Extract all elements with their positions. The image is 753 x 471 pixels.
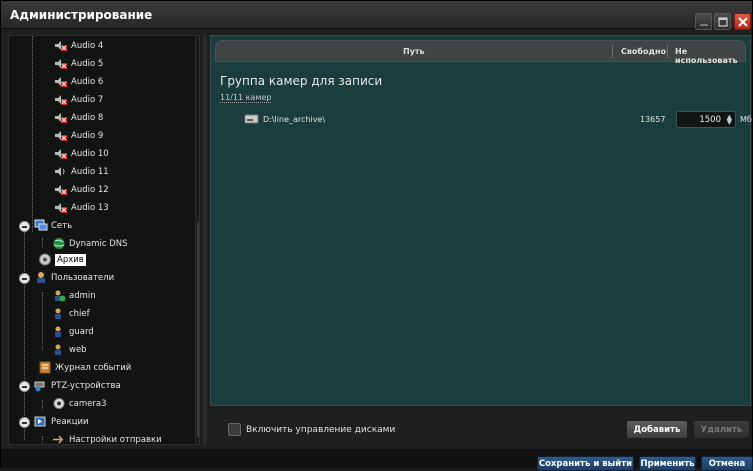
tree-item-event-log[interactable]: Журнал событий xyxy=(38,359,131,376)
column-header-free[interactable]: Свободно xyxy=(621,47,666,56)
collapse-reactions-toggle[interactable] xyxy=(19,417,30,428)
audio-disabled-icon xyxy=(54,75,68,88)
unused-space-unit: Мб xyxy=(740,115,752,124)
audio-disabled-icon xyxy=(54,39,68,52)
archive-settings-panel: Путь Свободно Не использовать Группа кам… xyxy=(210,35,752,406)
camera-group-count-link[interactable]: 11/11 камер xyxy=(220,93,272,103)
column-header-path[interactable]: Путь xyxy=(403,47,425,56)
minimize-button[interactable] xyxy=(695,13,712,30)
delete-button[interactable]: Удалить xyxy=(693,420,750,439)
admin-window: Администрирование Audio 4 Audio 5 Audio … xyxy=(0,0,753,471)
settings-tree[interactable]: Audio 4 Audio 5 Audio 6 Audio 7 Audio 8 … xyxy=(8,35,200,445)
tree-item-send-settings[interactable]: Настройки отправки xyxy=(52,431,162,444)
tree-item-audio-8[interactable]: Audio 8 xyxy=(54,109,103,126)
column-header-unused[interactable]: Не использовать xyxy=(675,47,745,65)
spinner-arrows-icon[interactable]: ▲ ▼ xyxy=(727,114,732,126)
disk-row[interactable]: D:\line_archive\ 13657 1500 ▲ ▼ Мб xyxy=(244,111,752,129)
tree-scrollbar-thumb[interactable] xyxy=(197,222,199,438)
audio-disabled-icon xyxy=(54,57,68,70)
title-bar: Администрирование xyxy=(1,1,752,30)
tree-item-audio-9[interactable]: Audio 9 xyxy=(54,127,103,144)
close-icon xyxy=(738,17,748,27)
audio-disabled-icon xyxy=(54,93,68,106)
unused-space-value: 1500 xyxy=(699,115,721,125)
camera-icon xyxy=(52,397,66,410)
tree-item-users[interactable]: Пользователи xyxy=(34,269,114,286)
tree-item-network[interactable]: Сеть xyxy=(34,217,72,234)
tree-item-audio-11[interactable]: Audio 11 xyxy=(54,163,109,180)
window-title: Администрирование xyxy=(10,8,153,22)
reactions-icon xyxy=(34,415,48,428)
collapse-ptz-toggle[interactable] xyxy=(19,381,30,392)
tree-item-dynamic-dns[interactable]: Dynamic DNS xyxy=(52,235,128,252)
unused-space-spinbox[interactable]: 1500 ▲ ▼ xyxy=(676,111,736,128)
tree-item-camera3[interactable]: camera3 xyxy=(52,395,107,412)
tree-item-user-admin[interactable]: admin xyxy=(52,287,96,304)
collapse-network-toggle[interactable] xyxy=(19,221,30,232)
audio-disabled-icon xyxy=(54,129,68,142)
event-log-icon xyxy=(38,361,52,374)
tree-item-reactions[interactable]: Реакции xyxy=(34,413,89,430)
save-and-exit-button[interactable]: Сохранить и выйти xyxy=(537,456,634,471)
cancel-button[interactable]: Отмена xyxy=(701,456,753,471)
disk-path: D:\line_archive\ xyxy=(263,115,326,124)
camera-group-title: Группа камер для записи xyxy=(220,74,383,88)
tree-scrollbar[interactable] xyxy=(195,36,199,444)
column-divider xyxy=(612,45,613,58)
tree-item-archive[interactable]: Архив xyxy=(38,251,86,268)
user-icon xyxy=(52,343,66,356)
audio-disabled-icon xyxy=(54,147,68,160)
collapse-users-toggle[interactable] xyxy=(19,273,30,284)
apply-button[interactable]: Применить xyxy=(639,456,696,471)
column-divider xyxy=(667,45,668,58)
ptz-icon xyxy=(34,379,48,392)
tree-item-user-chief[interactable]: chief xyxy=(52,305,90,322)
hard-drive-icon xyxy=(244,113,259,128)
send-settings-icon xyxy=(52,433,66,444)
tree-item-audio-6[interactable]: Audio 6 xyxy=(54,73,103,90)
maximize-button[interactable] xyxy=(714,13,731,30)
close-button[interactable] xyxy=(734,13,751,30)
tree-item-audio-4[interactable]: Audio 4 xyxy=(54,37,103,54)
panel-splitter[interactable] xyxy=(203,35,207,445)
user-admin-icon xyxy=(52,289,66,302)
add-button[interactable]: Добавить xyxy=(626,420,688,439)
tree-item-ptz[interactable]: PTZ-устройства xyxy=(34,377,121,394)
maximize-icon xyxy=(718,17,728,27)
tree-item-audio-7[interactable]: Audio 7 xyxy=(54,91,103,108)
disk-table-header: Путь Свободно Не использовать xyxy=(215,40,746,65)
network-icon xyxy=(34,219,48,232)
tree-item-audio-5[interactable]: Audio 5 xyxy=(54,55,103,72)
tree-item-audio-13[interactable]: Audio 13 xyxy=(54,199,109,216)
audio-icon xyxy=(54,165,68,178)
tree-item-audio-10[interactable]: Audio 10 xyxy=(54,145,109,162)
tree-item-user-web[interactable]: web xyxy=(52,341,87,358)
tree-item-user-guard[interactable]: guard xyxy=(52,323,94,340)
audio-disabled-icon xyxy=(54,201,68,214)
enable-disk-management-label[interactable]: Включить управление дисками xyxy=(246,425,395,435)
archive-icon xyxy=(38,253,52,266)
user-icon xyxy=(52,325,66,338)
minimize-icon xyxy=(700,24,708,26)
tree-item-audio-12[interactable]: Audio 12 xyxy=(54,181,109,198)
enable-disk-management-checkbox[interactable] xyxy=(228,423,241,436)
audio-disabled-icon xyxy=(54,183,68,196)
globe-icon xyxy=(52,237,66,250)
user-icon xyxy=(52,307,66,320)
disk-free-space: 13657 xyxy=(640,115,666,124)
users-icon xyxy=(34,271,48,284)
audio-disabled-icon xyxy=(54,111,68,124)
